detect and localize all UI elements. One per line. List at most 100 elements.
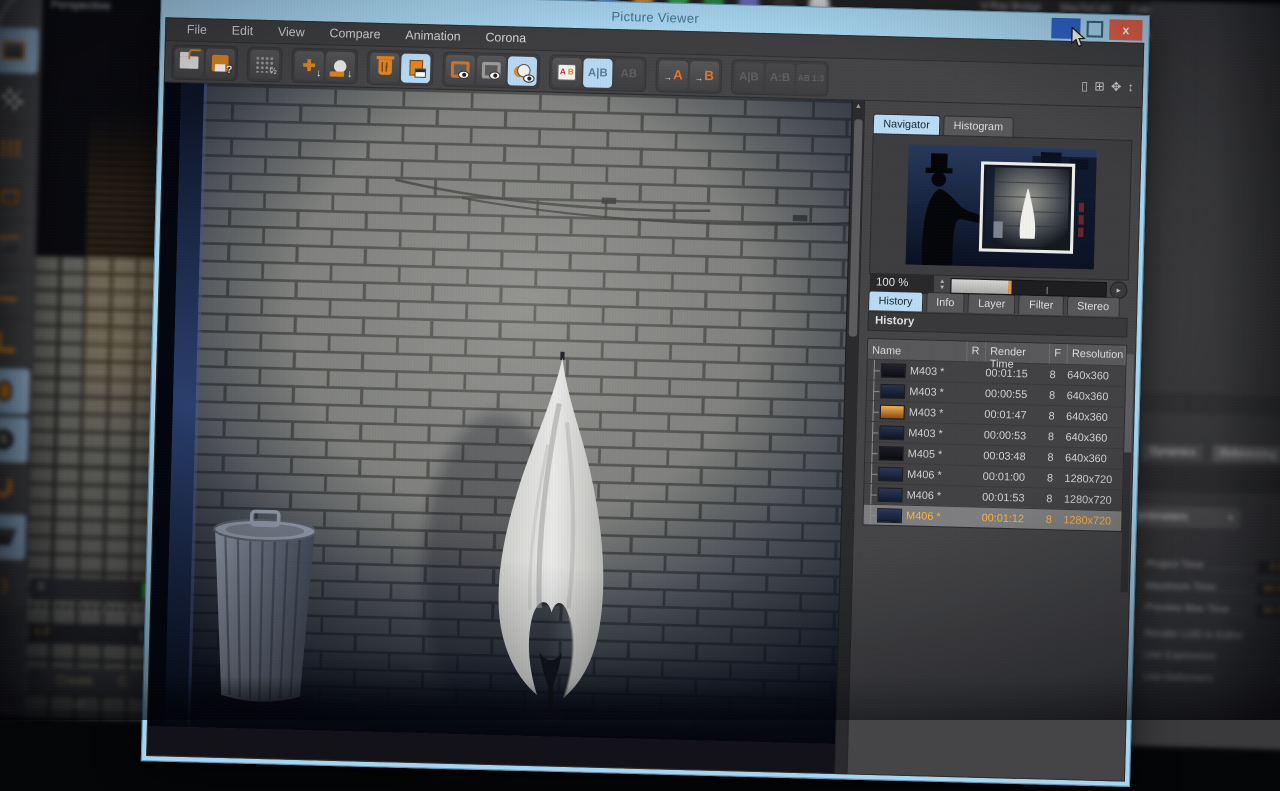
current-frame-field[interactable]: 0 F ▲▼ [28,622,153,646]
render-image-area[interactable]: ▲ [147,83,865,774]
delete-image-button[interactable] [370,52,400,82]
zoom-slider-handle[interactable] [1008,280,1011,294]
workplane-mode-button[interactable] [0,124,36,171]
tab-referencing[interactable]: Referencing [1211,443,1280,465]
show-image-b-button[interactable] [476,55,506,85]
axis-mode-button[interactable] [0,319,31,366]
col-name[interactable]: Name [868,339,968,361]
pan-tool-icon[interactable]: ✥ [1111,79,1122,94]
save-image-button[interactable] [205,48,235,78]
set-as-a-button[interactable]: →A [658,60,688,90]
magnet-snap-button[interactable] [0,465,27,512]
tab-histogram[interactable]: Histogram [943,115,1014,136]
compare-sidebyside-button[interactable]: A|B [583,58,613,88]
units-value: entimeters [1137,510,1188,524]
show-multipass-button[interactable] [507,56,537,86]
attr-value-field[interactable]: 0 F [1258,560,1280,574]
pv-main-area: ▲ Navigator Histogram [147,83,1141,781]
workplane-lock-button[interactable] [0,513,26,560]
tab-info[interactable]: Info [926,292,965,313]
render-name: M403 * [908,427,943,440]
pv-menu-view[interactable]: View [267,21,315,44]
pv-menu-edit[interactable]: Edit [221,20,264,43]
polygons-mode-button[interactable] [0,270,32,317]
render-name: M403 * [909,385,944,398]
move-object-button[interactable]: ↓ [325,51,355,81]
pv-menu-corona[interactable]: Corona [475,26,537,49]
grid-ab-button[interactable]: A:B [765,63,795,93]
navigator-thumbnail [905,144,1096,269]
move-image-button[interactable]: ✚↓ [294,50,324,80]
scroll-up-icon[interactable]: ▲ [853,101,865,114]
tree-connector-icon [867,443,879,463]
pv-menu-file[interactable]: File [176,19,217,42]
render-resolution: 1280x720 [1063,513,1121,527]
dropdown-arrow-icon: ▼ [1227,512,1235,525]
attr-value-field[interactable]: 90 F [1257,582,1280,596]
arrow-a-icon: →A [664,67,683,83]
attr-value-field[interactable]: 90 F [1257,604,1280,618]
tab-filter[interactable]: Filter [1019,294,1064,315]
render-time: 00:01:47 [984,408,1048,422]
compare-overlay-button[interactable]: AB [614,59,644,89]
col-render-time[interactable]: Render Time [986,342,1051,363]
attribute-separator [1138,464,1280,495]
render-thumbnail [877,508,902,523]
render-name: M406 * [906,509,941,522]
pane-toggle-icon[interactable]: ▯ [1081,78,1088,93]
option-label: Render LOD in Editor [1144,628,1243,642]
tab-layer[interactable]: Layer [968,293,1016,314]
ratio-ab-button[interactable]: AB 1:3 [796,63,826,93]
show-image-a-button[interactable] [445,54,475,84]
render-image [148,83,864,745]
col-r[interactable]: R [967,342,986,362]
model-mode-button[interactable] [0,27,39,74]
maximize-button[interactable] [1086,21,1103,38]
parens-tool-button[interactable]: ( ) [0,562,25,609]
tab-create[interactable]: Create [56,673,94,696]
tab-cut[interactable]: C [118,675,128,697]
texture-mode-button[interactable] [0,76,38,123]
tab-navigator[interactable]: Navigator [873,113,941,134]
zoom-stepper[interactable]: ▲▼ [937,279,948,292]
viewport-solo-button[interactable] [0,368,30,415]
compare-split-button[interactable]: AB [552,57,582,87]
units-dropdown[interactable]: entimeters ▼ [1131,505,1241,529]
edges-mode-button[interactable] [0,222,34,269]
grid-ab-icon: A:B [770,71,791,84]
tab-dynamics[interactable]: Dynamics [1141,441,1206,462]
halftone-icon [255,55,274,72]
render-name: M406 * [907,468,942,481]
col-resolution[interactable]: Resolution [1067,344,1125,365]
grid-layout-icon[interactable]: ⊞ [1094,78,1105,93]
tab-stereo[interactable]: Stereo [1066,296,1119,317]
halftone-resolution-button[interactable] [250,49,280,79]
render-thumbnail [878,466,903,481]
swap-ab-button[interactable]: A|B [734,62,764,92]
frame-count: 8 [1047,472,1065,485]
set-as-b-button[interactable]: →B [690,61,720,91]
zoom-tool-icon[interactable]: ↕ [1127,79,1134,94]
timeline-ruler[interactable]: 0 [29,577,164,603]
points-mode-button[interactable] [0,173,35,220]
render-name: M406 * [907,489,942,502]
option-row: Use Deformers ✓ [1143,671,1280,686]
render-time: 00:03:48 [983,449,1047,463]
attr-label: Project Time [1146,559,1204,572]
tab-history[interactable]: History [868,290,923,311]
pv-menu-animation[interactable]: Animation [395,24,471,48]
zoom-slider-fill [951,279,1008,294]
tree-connector-icon [866,505,878,525]
render-thumbnail [880,383,905,398]
viewport-label: Perspective [51,0,111,13]
pv-window-buttons: x [1051,18,1143,41]
snap-s-button[interactable]: S [0,416,29,463]
open-image-button[interactable] [174,47,204,77]
ab-split-icon: A|B [588,66,608,79]
pv-menu-compare[interactable]: Compare [319,22,391,46]
close-button[interactable]: x [1109,19,1143,41]
tree-connector-icon [868,422,880,442]
navigator-preview-box[interactable]: 100 % ▲▼ ▸ [869,133,1132,281]
col-f[interactable]: F [1050,344,1068,364]
copy-image-button[interactable] [401,53,431,83]
